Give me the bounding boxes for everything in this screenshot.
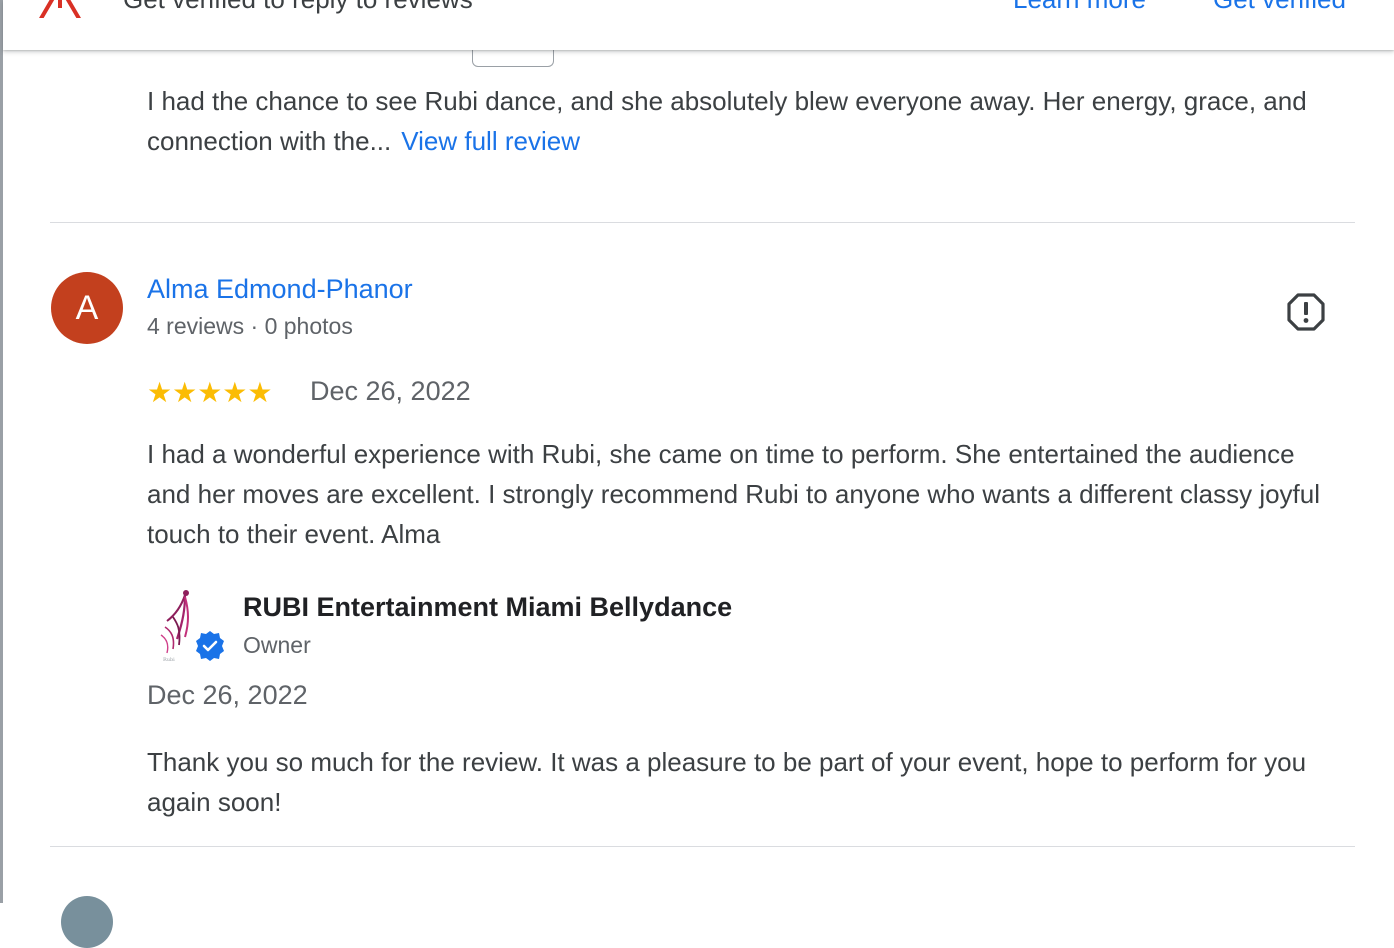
owner-name: RUBI Entertainment Miami Bellydance bbox=[243, 592, 733, 622]
view-full-review-link[interactable]: View full review bbox=[401, 126, 580, 156]
star-rating-stars: ★★★★★ bbox=[147, 377, 273, 408]
reviewer-avatar[interactable]: A bbox=[51, 272, 123, 344]
review-divider bbox=[50, 846, 1355, 847]
star-rating: ★★★★★ bbox=[147, 377, 273, 409]
reviewer-stats: 4 reviews · 0 photos bbox=[147, 313, 353, 339]
window-frame-edge bbox=[0, 0, 3, 903]
owner-role-label: Owner bbox=[243, 632, 311, 658]
next-reviewer-avatar[interactable] bbox=[61, 896, 113, 948]
flag-report-icon[interactable] bbox=[1286, 292, 1326, 332]
previous-review-text: I had the chance to see Rubi dance, and … bbox=[147, 81, 1362, 161]
svg-text:Rubi: Rubi bbox=[163, 657, 175, 663]
review-date: Dec 26, 2022 bbox=[310, 376, 471, 406]
verified-badge-icon bbox=[196, 631, 224, 661]
learn-more-link[interactable]: Learn more bbox=[1013, 0, 1146, 15]
get-verified-link[interactable]: Get verified bbox=[1213, 0, 1346, 15]
previous-review-snippet: I had the chance to see Rubi dance, and … bbox=[147, 86, 1307, 156]
verification-notice: Get verified to reply to reviews bbox=[123, 0, 473, 15]
owner-reply-date: Dec 26, 2022 bbox=[147, 680, 308, 710]
review-body-text: I had a wonderful experience with Rubi, … bbox=[147, 439, 1321, 549]
owner-logo-icon[interactable]: Rubi bbox=[155, 587, 225, 665]
reviewer-name-link[interactable]: Alma Edmond-Phanor bbox=[147, 274, 413, 305]
verification-banner: Get verified to reply to reviews Learn m… bbox=[3, 0, 1394, 50]
warning-icon bbox=[39, 0, 81, 18]
owner-reply-text: Thank you so much for the review. It was… bbox=[147, 747, 1307, 817]
review-divider bbox=[50, 222, 1355, 223]
